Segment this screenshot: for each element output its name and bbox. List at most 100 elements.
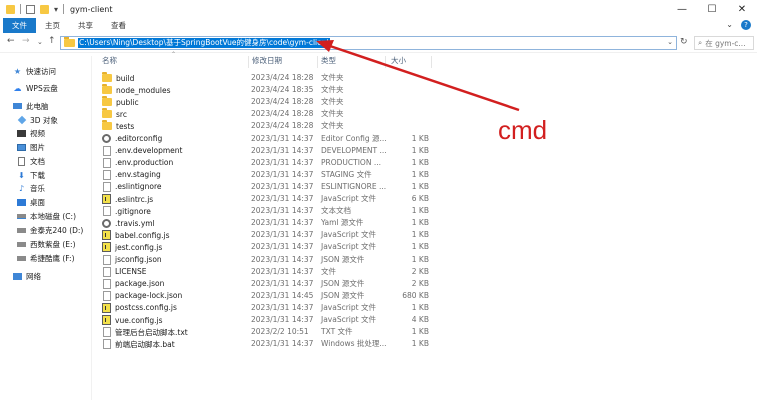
- column-header-size[interactable]: 大小: [391, 55, 406, 68]
- sidebar-item-drive-e[interactable]: 西数紫盘 (E:): [17, 238, 76, 250]
- properties-icon[interactable]: [26, 4, 35, 14]
- sidebar-item-videos[interactable]: 视频: [17, 127, 45, 139]
- file-name-cell[interactable]: 管理后台启动脚本.txt: [100, 326, 188, 338]
- file-name: .eslintrc.js: [115, 194, 154, 204]
- file-row[interactable]: src 2023/4/24 18:28 文件夹: [100, 108, 436, 120]
- close-button[interactable]: ✕: [727, 0, 757, 18]
- file-name-cell[interactable]: .travis.yml: [100, 217, 155, 229]
- recent-locations-icon[interactable]: ⌄: [37, 38, 43, 46]
- sidebar-item-downloads[interactable]: ⬇ 下载: [17, 169, 45, 181]
- file-name-cell[interactable]: .env.development: [100, 145, 182, 157]
- file-row[interactable]: .env.production 2023/1/31 14:37 PRODUCTION…: [100, 157, 436, 169]
- maximize-button[interactable]: ☐: [697, 0, 727, 18]
- new-folder-icon[interactable]: [40, 4, 49, 14]
- file-row[interactable]: .eslintrc.js 2023/1/31 14:37 JavaScript 文件…: [100, 193, 436, 205]
- sidebar-item-3d-objects[interactable]: 3D 对象: [17, 114, 58, 126]
- column-divider[interactable]: [248, 56, 249, 68]
- file-name-cell[interactable]: LICENSE: [100, 266, 146, 278]
- file-type: DEVELOPMENT ...: [321, 145, 387, 155]
- sidebar-item-label: 文档: [30, 156, 45, 166]
- file-row[interactable]: 前端启动脚本.bat 2023/1/31 14:37 Windows 批处理... 1…: [100, 338, 436, 350]
- file-date: 2023/1/31 14:45: [251, 290, 314, 300]
- sidebar-item-desktop[interactable]: 桌面: [17, 196, 45, 208]
- sidebar-item-drive-c[interactable]: 本地磁盘 (C:): [17, 210, 76, 222]
- back-arrow-icon[interactable]: ←: [7, 36, 15, 46]
- tab-view[interactable]: 查看: [102, 18, 135, 33]
- tab-home[interactable]: 主页: [36, 18, 69, 33]
- file-name-cell[interactable]: node_modules: [100, 84, 170, 96]
- file-size: 1 KB: [411, 218, 429, 228]
- expand-ribbon-icon[interactable]: ⌄: [726, 20, 733, 30]
- search-input[interactable]: ⌕ 在 gym-c...: [694, 36, 754, 50]
- sidebar-item-drive-f[interactable]: 希捷酷鹰 (F:): [17, 252, 75, 264]
- sidebar-item-documents[interactable]: 文档: [17, 155, 45, 167]
- file-row[interactable]: babel.config.js 2023/1/31 14:37 JavaScript…: [100, 229, 436, 241]
- file-row[interactable]: 管理后台启动脚本.txt 2023/2/2 10:51 TXT 文件 1 KB: [100, 326, 436, 338]
- file-row[interactable]: build 2023/4/24 18:28 文件夹: [100, 72, 436, 84]
- file-name-cell[interactable]: tests: [100, 120, 134, 132]
- video-icon: [17, 129, 26, 138]
- tab-file[interactable]: 文件: [3, 18, 36, 33]
- sidebar-item-label: 网络: [26, 271, 41, 281]
- chevron-down-icon[interactable]: ⌄: [667, 38, 673, 46]
- sidebar-item-wps-cloud[interactable]: ☁ WPS云盘: [13, 82, 58, 94]
- file-row[interactable]: package.json 2023/1/31 14:37 JSON 源文件 2 KB: [100, 278, 436, 290]
- file-name-cell[interactable]: .env.production: [100, 157, 173, 169]
- minimize-button[interactable]: —: [667, 0, 697, 18]
- file-icon: [103, 327, 111, 338]
- file-name-cell[interactable]: jsconfig.json: [100, 254, 162, 266]
- sidebar-item-label: 图片: [30, 142, 45, 152]
- file-name-cell[interactable]: babel.config.js: [100, 229, 170, 241]
- file-name-cell[interactable]: public: [100, 96, 139, 108]
- file-row[interactable]: .env.staging 2023/1/31 14:37 STAGING 文件 1 K…: [100, 169, 436, 181]
- address-bar[interactable]: C:\Users\Ning\Desktop\基于SpringBootVue的健身…: [60, 36, 677, 50]
- file-row[interactable]: jest.config.js 2023/1/31 14:37 JavaScript …: [100, 241, 436, 253]
- file-row[interactable]: jsconfig.json 2023/1/31 14:37 JSON 源文件 1 KB: [100, 254, 436, 266]
- file-row[interactable]: LICENSE 2023/1/31 14:37 文件 2 KB: [100, 266, 436, 278]
- refresh-icon[interactable]: ↻: [680, 37, 688, 47]
- sidebar-item-this-pc[interactable]: 此电脑: [13, 100, 49, 112]
- sidebar-item-music[interactable]: ♪ 音乐: [17, 182, 45, 194]
- file-name-cell[interactable]: postcss.config.js: [100, 302, 177, 314]
- help-icon[interactable]: ?: [741, 20, 751, 30]
- column-divider[interactable]: [385, 56, 386, 68]
- file-name-cell[interactable]: build: [100, 72, 134, 84]
- sidebar-item-drive-d[interactable]: 金泰克240 (D:): [17, 224, 83, 236]
- column-divider[interactable]: [317, 56, 318, 68]
- file-name-cell[interactable]: .eslintignore: [100, 181, 162, 193]
- column-header-date[interactable]: 修改日期: [252, 55, 282, 68]
- sidebar-item-pictures[interactable]: 图片: [17, 141, 45, 153]
- file-row[interactable]: package-lock.json 2023/1/31 14:45 JSON 源文件…: [100, 290, 436, 302]
- chevron-down-icon[interactable]: ▾: [54, 5, 58, 14]
- file-name-cell[interactable]: jest.config.js: [100, 241, 162, 253]
- file-row[interactable]: node_modules 2023/4/24 18:35 文件夹: [100, 84, 436, 96]
- sidebar-item-network[interactable]: 网络: [13, 270, 41, 282]
- file-row[interactable]: .editorconfig 2023/1/31 14:37 Editor Confi…: [100, 133, 436, 145]
- file-row[interactable]: tests 2023/4/24 18:28 文件夹: [100, 120, 436, 132]
- file-name-cell[interactable]: .env.staging: [100, 169, 161, 181]
- column-header-name[interactable]: 名称: [102, 55, 117, 68]
- file-name-cell[interactable]: .gitignore: [100, 205, 151, 217]
- file-name-cell[interactable]: package.json: [100, 278, 164, 290]
- file-name-cell[interactable]: .eslintrc.js: [100, 193, 153, 205]
- file-name-cell[interactable]: vue.config.js: [100, 314, 163, 326]
- quick-access-toolbar: ▾: [0, 4, 65, 14]
- address-path-text[interactable]: C:\Users\Ning\Desktop\基于SpringBootVue的健身…: [78, 38, 331, 48]
- file-name-cell[interactable]: package-lock.json: [100, 290, 182, 302]
- file-name-cell[interactable]: .editorconfig: [100, 133, 162, 145]
- file-name-cell[interactable]: src: [100, 108, 127, 120]
- column-divider[interactable]: [431, 56, 432, 68]
- file-row[interactable]: vue.config.js 2023/1/31 14:37 JavaScript 文…: [100, 314, 436, 326]
- sidebar-item-quick-access[interactable]: ★ 快速访问: [13, 65, 56, 77]
- file-row[interactable]: public 2023/4/24 18:28 文件夹: [100, 96, 436, 108]
- file-name-cell[interactable]: 前端启动脚本.bat: [100, 338, 175, 350]
- file-row[interactable]: .travis.yml 2023/1/31 14:37 Yaml 源文件 1 KB: [100, 217, 436, 229]
- column-header-type[interactable]: 类型: [321, 55, 336, 68]
- file-row[interactable]: postcss.config.js 2023/1/31 14:37 JavaScri…: [100, 302, 436, 314]
- file-row[interactable]: .eslintignore 2023/1/31 14:37 ESLINTIGNORE…: [100, 181, 436, 193]
- up-arrow-icon[interactable]: ↑: [48, 36, 56, 46]
- tab-share[interactable]: 共享: [69, 18, 102, 33]
- file-row[interactable]: .gitignore 2023/1/31 14:37 文本文档 1 KB: [100, 205, 436, 217]
- forward-arrow-icon[interactable]: →: [22, 36, 30, 46]
- file-row[interactable]: .env.development 2023/1/31 14:37 DEVELOPME…: [100, 145, 436, 157]
